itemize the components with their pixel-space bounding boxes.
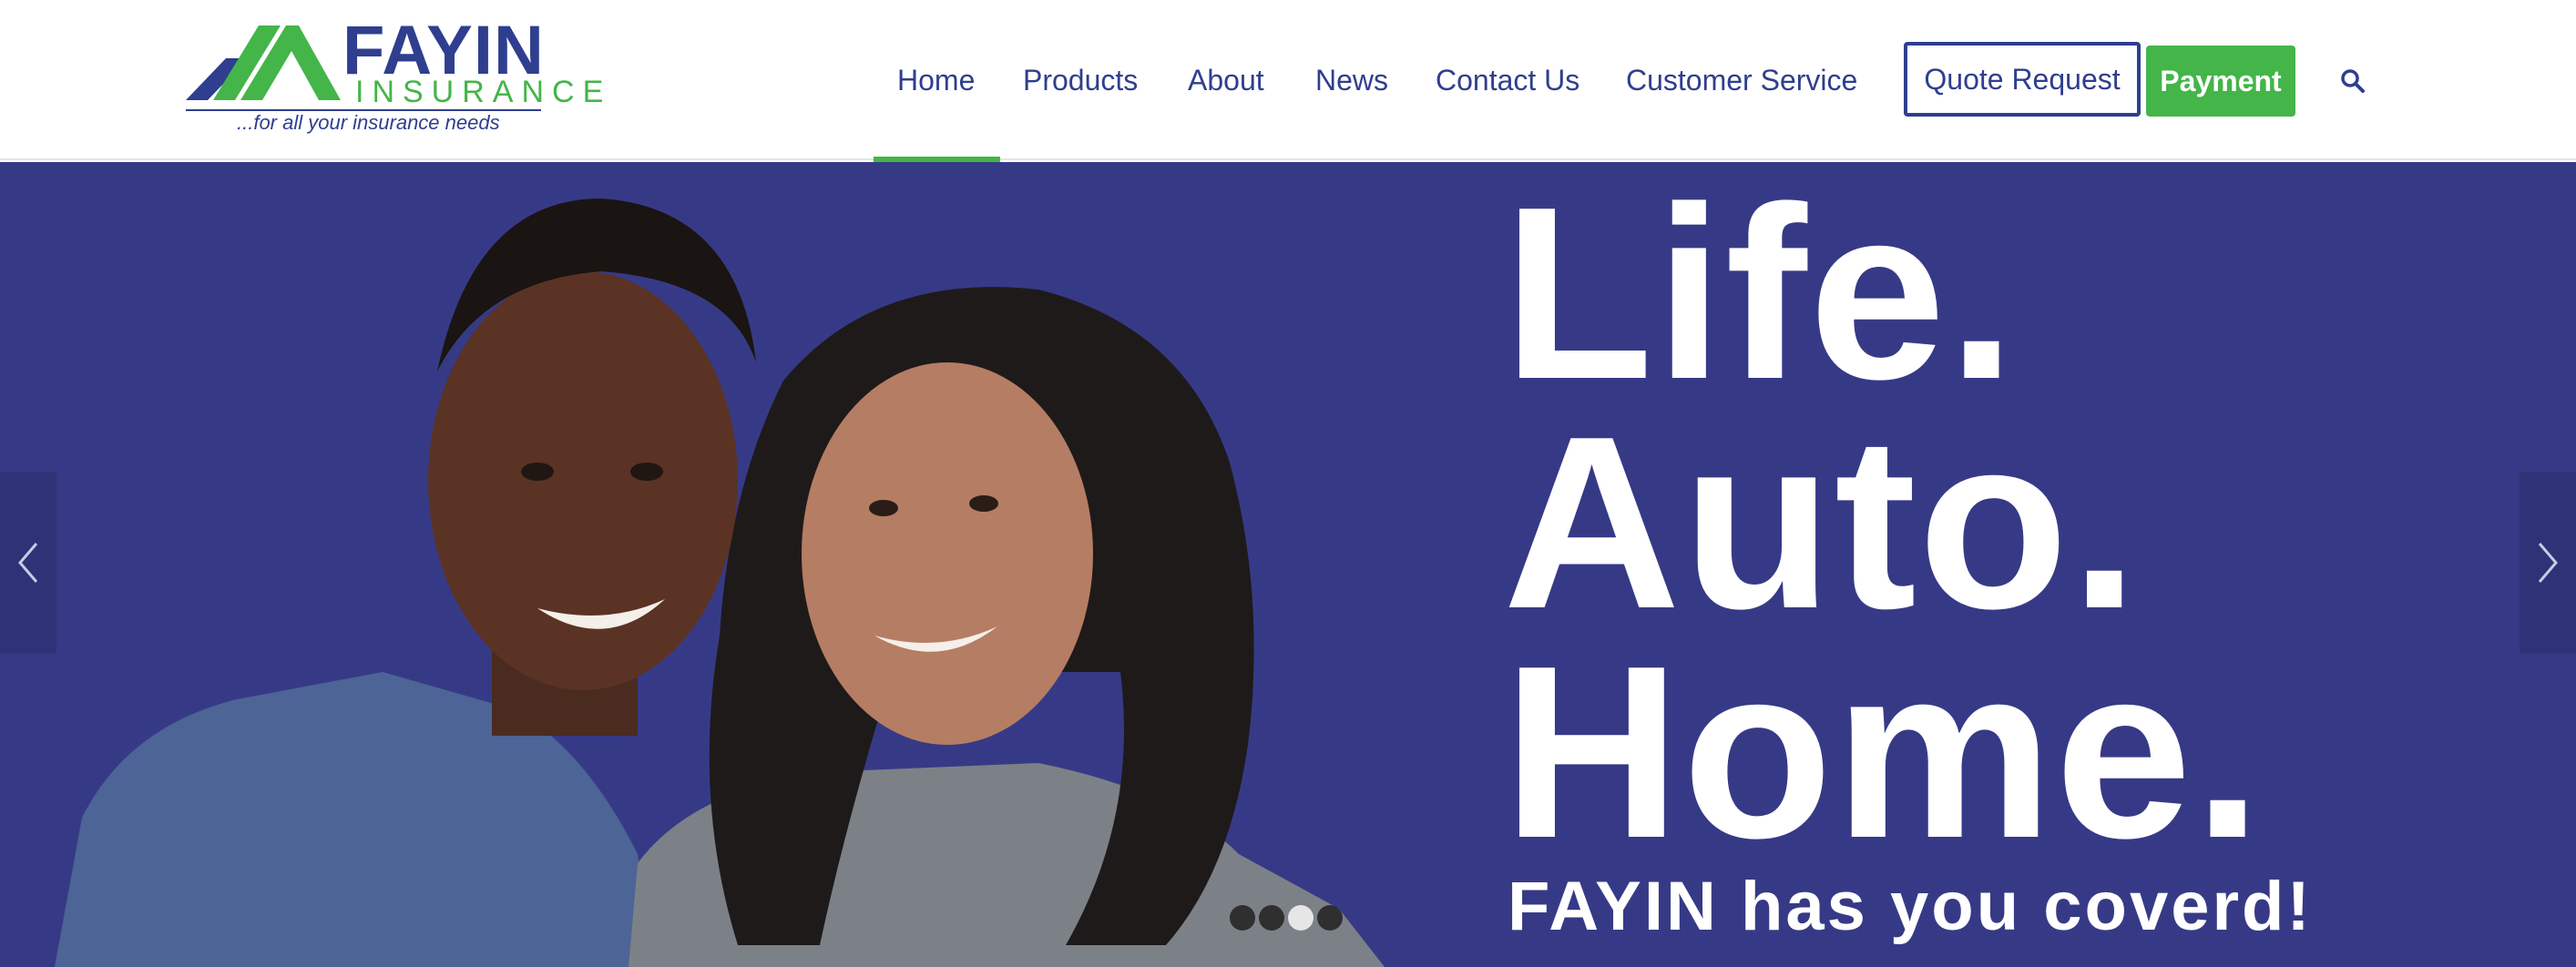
nav-item-products[interactable]: Products xyxy=(1023,62,1138,98)
hero-line-home: Home. xyxy=(1503,616,2264,890)
hero-line-life: Life. xyxy=(1503,162,2019,431)
hero-subtitle: FAYIN has you coverd! xyxy=(1508,868,2313,945)
quote-request-button[interactable]: Quote Request xyxy=(1904,42,2141,117)
hero-line-auto: Auto. xyxy=(1503,386,2141,660)
nav-item-home[interactable]: Home xyxy=(897,62,975,98)
logo-tagline: ...for all your insurance needs xyxy=(237,111,500,134)
logo[interactable]: FAYIN INSURANCE ...for all your insuranc… xyxy=(182,16,603,138)
site-header: FAYIN INSURANCE ...for all your insuranc… xyxy=(0,0,2576,162)
slider-dot-4[interactable] xyxy=(1317,905,1343,931)
slider-dot-3[interactable] xyxy=(1288,905,1314,931)
nav-item-contact-us[interactable]: Contact Us xyxy=(1436,62,1579,98)
nav-item-customer-service[interactable]: Customer Service xyxy=(1626,62,1857,98)
nav-item-about[interactable]: About xyxy=(1188,62,1264,98)
logo-roof-icon xyxy=(186,25,341,100)
search-icon[interactable] xyxy=(2339,67,2366,95)
hero-couple-photo xyxy=(55,198,1385,967)
slider-prev-button[interactable] xyxy=(0,472,56,654)
logo-subname: INSURANCE xyxy=(355,75,612,109)
slider-next-button[interactable] xyxy=(2520,472,2576,654)
payment-button[interactable]: Payment xyxy=(2146,46,2295,117)
slider-dot-1[interactable] xyxy=(1230,905,1255,931)
nav-item-news[interactable]: News xyxy=(1315,62,1388,98)
slider-dot-2[interactable] xyxy=(1259,905,1284,931)
hero-slider: Life. Auto. Home. FAYIN has you coverd! xyxy=(0,162,2576,967)
chevron-right-icon xyxy=(2538,543,2558,583)
chevron-left-icon xyxy=(18,543,38,583)
